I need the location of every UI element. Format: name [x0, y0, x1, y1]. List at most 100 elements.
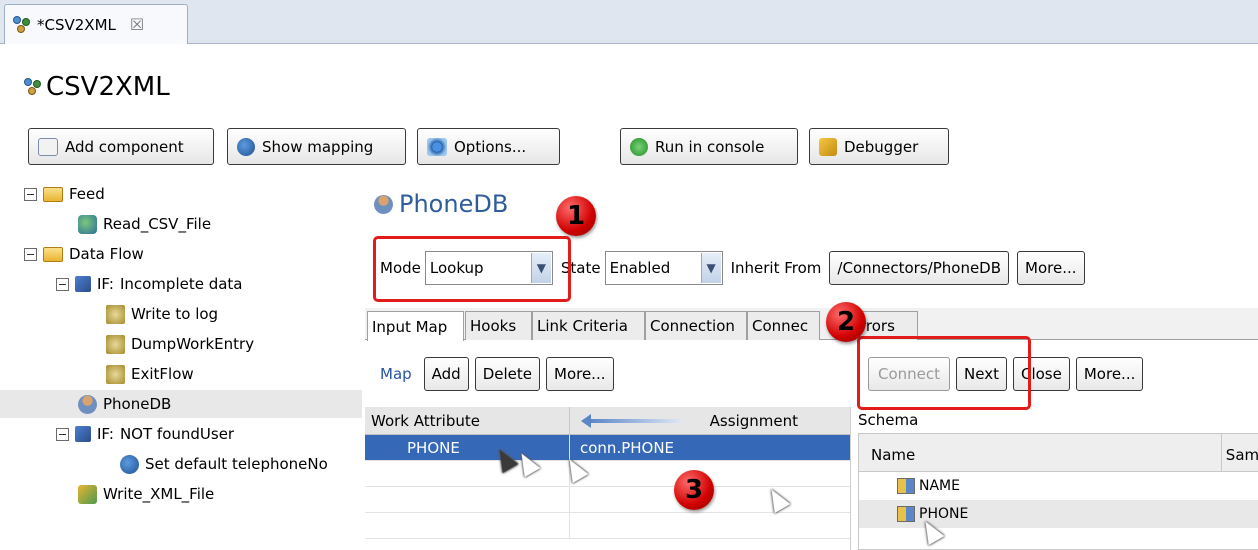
connector-more-button[interactable]: More...: [1017, 251, 1085, 285]
close-button[interactable]: Close: [1012, 357, 1070, 391]
script-icon: [106, 304, 125, 324]
tree-item-label: Set default telephoneNo: [145, 455, 328, 473]
callout-number: 2: [836, 307, 856, 337]
connector-icon: [78, 214, 97, 234]
add-button[interactable]: Add: [423, 357, 469, 391]
close-tab-icon[interactable]: ☒: [130, 15, 144, 34]
state-select-value: Enabled: [609, 259, 671, 277]
run-in-console-button[interactable]: Run in console: [620, 128, 798, 165]
attribute-map-icon: [120, 454, 139, 474]
assemblyline-tree: Feed Read_CSV_File Data Flow IF: Incompl…: [0, 180, 362, 550]
tree-item-feed[interactable]: Feed: [24, 180, 105, 208]
state-label: State: [560, 259, 601, 277]
delete-label: Delete: [482, 365, 532, 383]
script-icon: [106, 334, 125, 354]
folder-icon: [43, 246, 63, 262]
tab-connection-extra[interactable]: Connec: [747, 311, 820, 340]
debugger-button[interactable]: Debugger: [809, 128, 949, 165]
tree-item-label: Feed: [69, 185, 105, 203]
tree-item-exit-flow[interactable]: ExitFlow: [106, 360, 194, 388]
table-header: Name Sam: [859, 434, 1258, 472]
tree-item-write-xml[interactable]: Write_XML_File: [78, 480, 214, 508]
collapse-icon[interactable]: [56, 427, 69, 441]
debugger-icon: [819, 137, 837, 156]
next-button[interactable]: Next: [956, 357, 1007, 391]
connection-toolbar: Connect Next Close More...: [868, 357, 1144, 391]
inherit-from-button[interactable]: /Connectors/PhoneDB: [829, 251, 1010, 285]
column-header-label: Assignment: [709, 412, 798, 430]
chevron-down-icon[interactable]: ▼: [700, 253, 721, 283]
mode-label: Mode: [380, 259, 421, 277]
tree-item-label: Write to log: [131, 305, 219, 323]
script-icon: [106, 364, 125, 384]
next-label: Next: [964, 365, 999, 383]
mode-select-value: Lookup: [429, 259, 484, 277]
delete-button[interactable]: Delete: [474, 357, 540, 391]
add-component-icon: [38, 137, 58, 156]
page-title-text: CSV2XML: [46, 72, 170, 102]
tree-item-if-incomplete[interactable]: IF: Incomplete data: [56, 270, 243, 298]
connect-button[interactable]: Connect: [868, 357, 951, 391]
map-more-button[interactable]: More...: [546, 357, 614, 391]
tree-item-label: DumpWorkEntry: [131, 335, 255, 353]
connect-label: Connect: [878, 365, 941, 383]
tab-hooks[interactable]: Hooks: [465, 311, 532, 340]
column-header-work-attribute[interactable]: Work Attribute: [365, 407, 570, 434]
folder-icon: [43, 186, 63, 202]
collapse-icon[interactable]: [56, 277, 69, 291]
assemblyline-icon: [24, 78, 42, 96]
connector-title-text: PhoneDB: [399, 190, 509, 218]
column-header-sample[interactable]: Sam: [1222, 434, 1258, 471]
lookup-connector-icon: [78, 394, 97, 414]
mapping-icon: [237, 137, 255, 156]
editor-tab-csv2xml[interactable]: *CSV2XML ☒: [4, 4, 188, 44]
conn-more-label: More...: [1083, 365, 1136, 383]
tree-item-label: Incomplete data: [119, 275, 243, 293]
table-row[interactable]: PHONE conn.PHONE: [365, 435, 850, 461]
tab-input-map[interactable]: Input Map: [367, 311, 464, 341]
callout-badge-2: 2: [826, 302, 866, 342]
editor-tabstrip: *CSV2XML ☒: [0, 0, 1258, 44]
column-header-label: Sam: [1225, 446, 1258, 464]
tree-item-data-flow[interactable]: Data Flow: [24, 240, 144, 268]
map-more-label: More...: [554, 365, 606, 383]
collapse-icon[interactable]: [24, 187, 37, 201]
add-component-button[interactable]: Add component: [28, 128, 214, 165]
show-mapping-button[interactable]: Show mapping: [227, 128, 406, 165]
tree-item-if-not-found[interactable]: IF: NOT foundUser: [56, 420, 234, 448]
collapse-icon[interactable]: [24, 247, 37, 261]
column-header-name[interactable]: Name: [859, 434, 1222, 471]
column-header-assignment[interactable]: Assignment: [570, 407, 850, 434]
tree-item-label: PhoneDB: [103, 395, 172, 413]
tab-connection[interactable]: Connection: [645, 311, 747, 340]
connector-icon: [78, 484, 97, 504]
lookup-connector-icon: [374, 194, 393, 214]
tree-item-phonedb[interactable]: PhoneDB: [0, 390, 362, 418]
debugger-label: Debugger: [844, 137, 919, 156]
tab-label: Input Map: [372, 317, 448, 336]
schema-table: Name Sam NAME PHONE: [858, 433, 1258, 550]
tree-item-if-keyword: IF:: [97, 275, 114, 293]
tree-item-write-to-log[interactable]: Write to log: [106, 300, 218, 328]
page-title: CSV2XML: [24, 72, 170, 102]
tree-item-set-default[interactable]: Set default telephoneNo: [120, 450, 328, 478]
tree-item-read-csv[interactable]: Read_CSV_File: [78, 210, 211, 238]
input-map-table: Work Attribute Assignment PHONE conn.PHO…: [365, 407, 851, 550]
tree-item-dump-work-entry[interactable]: DumpWorkEntry: [106, 330, 254, 358]
editor-tab-label: *CSV2XML: [37, 15, 116, 34]
map-link[interactable]: Map: [380, 365, 412, 383]
tab-link-criteria[interactable]: Link Criteria: [532, 311, 645, 340]
options-button[interactable]: Options...: [417, 128, 560, 165]
inherit-from-value: /Connectors/PhoneDB: [837, 259, 1002, 277]
mode-select[interactable]: Lookup ▼: [424, 251, 553, 285]
callout-number: 1: [566, 201, 586, 231]
work-attribute-cell[interactable]: PHONE: [365, 435, 570, 460]
state-select[interactable]: Enabled ▼: [604, 251, 723, 285]
assignment-cell[interactable]: conn.PHONE: [570, 435, 674, 460]
tab-label: Link Criteria: [537, 317, 628, 335]
assemblyline-icon: [13, 15, 31, 34]
conn-more-button[interactable]: More...: [1075, 357, 1144, 391]
schema-row-name[interactable]: NAME: [859, 472, 1258, 500]
chevron-down-icon[interactable]: ▼: [530, 253, 551, 283]
tab-label: Hooks: [470, 317, 517, 335]
